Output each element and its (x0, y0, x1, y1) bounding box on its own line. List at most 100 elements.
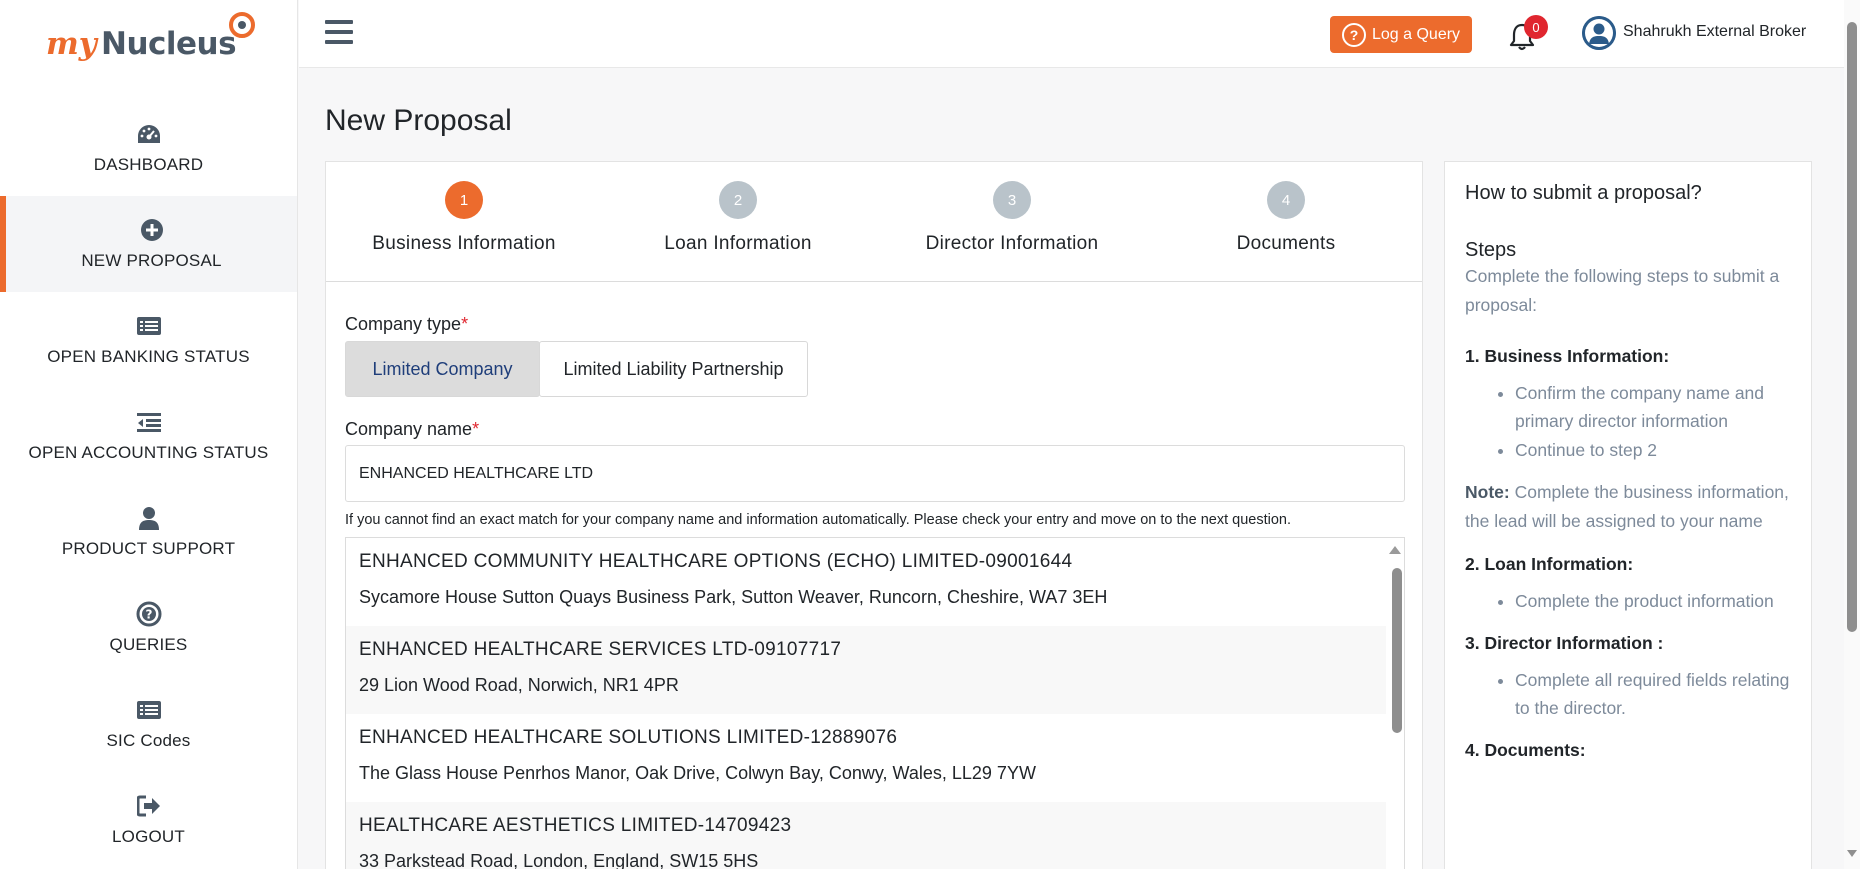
help-list-item: Complete all required fields relating to… (1515, 666, 1791, 722)
company-type-label: Company type* (345, 314, 468, 335)
sidebar-item-label: DASHBOARD (93, 155, 204, 174)
help-intro: Complete the following steps to submit a… (1465, 266, 1780, 315)
proposal-form-card: 1 Business Information 2 Loan Informatio… (325, 161, 1423, 869)
sidebar-item-open-accounting-status[interactable]: OPEN ACCOUNTING STATUS (0, 388, 297, 484)
step-number: 4 (1267, 181, 1305, 219)
help-panel: How to submit a proposal? Steps Complete… (1444, 161, 1812, 869)
page-scroll-thumb[interactable] (1847, 22, 1857, 632)
search-result-item[interactable]: HEALTHCARE AESTHETICS LIMITED-14709423 3… (346, 802, 1386, 869)
help-steps-heading: Steps (1465, 239, 1517, 261)
required-mark: * (461, 314, 469, 334)
help-note-label: Note: (1465, 482, 1510, 502)
company-type-label-text: Company type (345, 314, 462, 334)
sidebar-item-label: OPEN ACCOUNTING STATUS (28, 443, 269, 462)
sidebar-item-logout[interactable]: LOGOUT (0, 772, 297, 868)
company-type-limited-company-button[interactable]: Limited Company (345, 341, 540, 397)
page-title: New Proposal (325, 104, 512, 137)
plus-circle-icon (139, 217, 165, 243)
results-scroll-thumb[interactable] (1392, 568, 1402, 733)
help-section-documents: 4. Documents: (1465, 740, 1586, 760)
result-company-name: HEALTHCARE AESTHETICS LIMITED-14709423 (359, 815, 792, 836)
mynucleus-logo[interactable]: my Nucleus (46, 12, 266, 72)
step-loan-information[interactable]: 2 Loan Information (618, 181, 858, 255)
help-section-business-info: 1. Business Information: (1465, 346, 1670, 366)
step-business-information[interactable]: 1 Business Information (344, 181, 584, 255)
company-name-input[interactable]: ENHANCED HEALTHCARE LTD (345, 445, 1405, 502)
help-note-text: Complete the business information, the l… (1465, 482, 1789, 531)
help-section-loan-info-list: Complete the product information (1515, 587, 1791, 615)
page-scrollbar[interactable] (1844, 0, 1860, 869)
sidebar-item-dashboard[interactable]: DASHBOARD (0, 100, 297, 196)
notification-count-badge: 0 (1524, 15, 1548, 39)
search-result-item[interactable]: ENHANCED HEALTHCARE SOLUTIONS LIMITED-12… (346, 714, 1386, 802)
top-bar: ? Log a Query 0 Shahrukh External Broker (299, 0, 1844, 68)
sidebar-item-new-proposal[interactable]: NEW PROPOSAL (0, 196, 297, 292)
help-section-director-info-list: Complete all required fields relating to… (1515, 666, 1791, 722)
log-a-query-label: Log a Query (1372, 25, 1461, 43)
help-section-business-info-list: Confirm the company name and primary dir… (1515, 379, 1791, 464)
required-mark: * (472, 419, 480, 439)
step-documents[interactable]: 4 Documents (1166, 181, 1406, 255)
step-label: Director Information (925, 233, 1099, 254)
result-company-name: ENHANCED HEALTHCARE SOLUTIONS LIMITED-12… (359, 727, 898, 748)
sidebar-item-label: NEW PROPOSAL (81, 251, 222, 270)
results-scrollbar[interactable] (1388, 538, 1404, 869)
outdent-list-icon (136, 409, 162, 435)
logo-my-text: my (46, 26, 97, 62)
step-number: 1 (445, 181, 483, 219)
company-search-results: ENHANCED COMMUNITY HEALTHCARE OPTIONS (E… (345, 537, 1405, 869)
company-name-label: Company name* (345, 419, 479, 440)
search-result-item[interactable]: ENHANCED HEALTHCARE SERVICES LTD-0910771… (346, 626, 1386, 714)
step-label: Loan Information (664, 233, 812, 254)
help-list-item: Continue to step 2 (1515, 436, 1791, 464)
list-card-icon (136, 313, 162, 339)
sidebar-item-label: QUERIES (109, 635, 188, 654)
help-section-director-info: 3. Director Information : (1465, 633, 1664, 653)
sign-out-icon (136, 793, 162, 819)
result-company-address: The Glass House Penrhos Manor, Oak Drive… (359, 763, 1036, 783)
sidebar-item-label: SIC Codes (106, 731, 191, 750)
scroll-down-arrow-icon[interactable] (1847, 850, 1857, 857)
sidebar-item-queries[interactable]: ? QUERIES (0, 580, 297, 676)
step-label: Business Information (372, 233, 556, 254)
logo-orbit-icon (229, 12, 255, 38)
logo-nucleus-text: Nucleus (101, 26, 237, 62)
step-label: Documents (1236, 233, 1336, 254)
question-icon: ? (1342, 22, 1366, 47)
hamburger-menu-icon[interactable] (325, 20, 353, 46)
help-list-item: Confirm the company name and primary dir… (1515, 379, 1791, 435)
sidebar-item-sic-codes[interactable]: SIC Codes (0, 676, 297, 772)
sidebar-item-product-support[interactable]: PRODUCT SUPPORT (0, 484, 297, 580)
sidebar-item-label: OPEN BANKING STATUS (47, 347, 250, 366)
log-a-query-button[interactable]: ? Log a Query (1330, 16, 1472, 53)
stepper: 1 Business Information 2 Loan Informatio… (326, 162, 1422, 282)
sidebar-item-label: PRODUCT SUPPORT (61, 539, 236, 558)
dashboard-gauge-icon (136, 121, 162, 147)
result-company-address: Sycamore House Sutton Quays Business Par… (359, 587, 1108, 607)
result-company-address: 33 Parkstead Road, London, England, SW15… (359, 851, 759, 869)
result-company-name: ENHANCED COMMUNITY HEALTHCARE OPTIONS (E… (359, 551, 1073, 572)
step-number: 3 (993, 181, 1031, 219)
result-company-name: ENHANCED HEALTHCARE SERVICES LTD-0910771… (359, 639, 842, 660)
user-name[interactable]: Shahrukh External Broker (1623, 23, 1806, 41)
company-name-label-text: Company name (345, 419, 473, 439)
step-number: 2 (719, 181, 757, 219)
help-list-item: Complete the product information (1515, 587, 1791, 615)
sidebar: my Nucleus DASHBOARD NEW PROPOSAL OPEN B… (0, 0, 298, 869)
scroll-up-arrow-icon[interactable] (1389, 546, 1401, 554)
help-note: Note: Complete the business information,… (1465, 478, 1791, 536)
svg-text:?: ? (145, 608, 152, 622)
sidebar-item-label: LOGOUT (112, 827, 185, 846)
result-company-address: 29 Lion Wood Road, Norwich, NR1 4PR (359, 675, 679, 695)
user-icon (136, 505, 162, 531)
sidebar-item-open-banking-status[interactable]: OPEN BANKING STATUS (0, 292, 297, 388)
help-section-loan-info: 2. Loan Information: (1465, 554, 1634, 574)
user-avatar[interactable] (1582, 16, 1616, 50)
search-result-item[interactable]: ENHANCED COMMUNITY HEALTHCARE OPTIONS (E… (346, 538, 1386, 626)
company-type-llp-button[interactable]: Limited Liability Partnership (539, 341, 808, 397)
company-name-help-text: If you cannot find an exact match for yo… (345, 512, 1291, 528)
question-circle-icon: ? (136, 601, 162, 627)
step-director-information[interactable]: 3 Director Information (892, 181, 1132, 255)
list-card-icon (136, 697, 162, 723)
help-title: How to submit a proposal? (1465, 182, 1702, 204)
